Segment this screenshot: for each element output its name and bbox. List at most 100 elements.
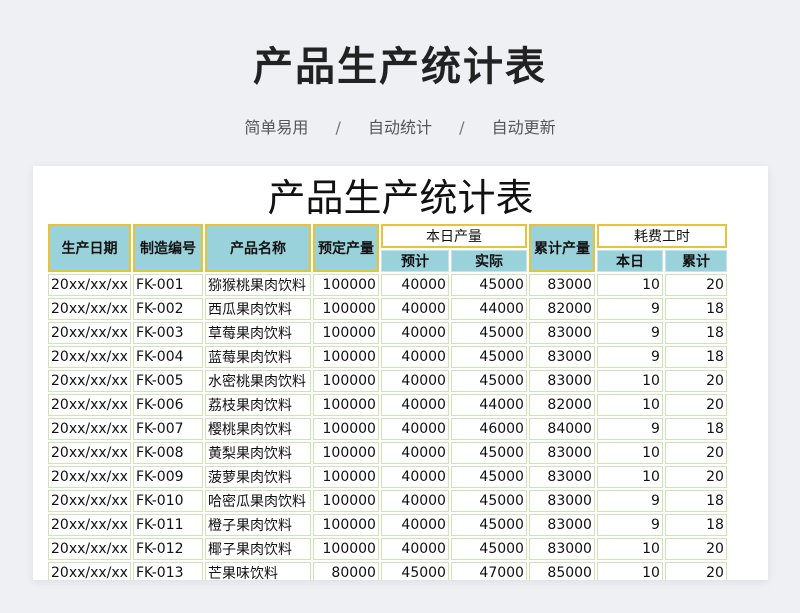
- today-planned-cell[interactable]: 40000: [380, 538, 449, 560]
- cumulative-cell[interactable]: 85000: [528, 562, 595, 580]
- date-cell[interactable]: 20xx/xx/xx: [48, 370, 131, 392]
- date-cell[interactable]: 20xx/xx/xx: [48, 490, 131, 512]
- date-cell[interactable]: 20xx/xx/xx: [48, 394, 131, 416]
- today-actual-cell[interactable]: 45000: [450, 370, 527, 392]
- hours-total-cell[interactable]: 18: [664, 298, 727, 320]
- cumulative-cell[interactable]: 83000: [528, 370, 595, 392]
- code-cell[interactable]: FK-013: [132, 562, 203, 580]
- today-planned-cell[interactable]: 40000: [380, 418, 449, 440]
- hours-today-cell[interactable]: 9: [596, 514, 663, 536]
- code-cell[interactable]: FK-007: [132, 418, 203, 440]
- hours-today-cell[interactable]: 10: [596, 538, 663, 560]
- hours-total-cell[interactable]: 20: [664, 394, 727, 416]
- today-actual-cell[interactable]: 45000: [450, 538, 527, 560]
- today-actual-cell[interactable]: 44000: [450, 394, 527, 416]
- cumulative-cell[interactable]: 83000: [528, 274, 595, 296]
- planned-cell[interactable]: 100000: [312, 538, 379, 560]
- cumulative-cell[interactable]: 83000: [528, 490, 595, 512]
- today-planned-cell[interactable]: 40000: [380, 490, 449, 512]
- header-hours[interactable]: 耗费工时: [596, 224, 727, 248]
- today-planned-cell[interactable]: 40000: [380, 394, 449, 416]
- code-cell[interactable]: FK-003: [132, 322, 203, 344]
- hours-today-cell[interactable]: 10: [596, 394, 663, 416]
- hours-today-cell[interactable]: 9: [596, 418, 663, 440]
- name-cell[interactable]: 水密桃果肉饮料: [204, 370, 311, 392]
- header-hours-total[interactable]: 累计: [664, 250, 727, 272]
- date-cell[interactable]: 20xx/xx/xx: [48, 514, 131, 536]
- cumulative-cell[interactable]: 84000: [528, 418, 595, 440]
- code-cell[interactable]: FK-004: [132, 346, 203, 368]
- cumulative-cell[interactable]: 83000: [528, 466, 595, 488]
- today-actual-cell[interactable]: 45000: [450, 322, 527, 344]
- hours-total-cell[interactable]: 18: [664, 418, 727, 440]
- hours-total-cell[interactable]: 20: [664, 274, 727, 296]
- planned-cell[interactable]: 100000: [312, 322, 379, 344]
- today-planned-cell[interactable]: 40000: [380, 298, 449, 320]
- name-cell[interactable]: 黄梨果肉饮料: [204, 442, 311, 464]
- planned-cell[interactable]: 100000: [312, 394, 379, 416]
- name-cell[interactable]: 西瓜果肉饮料: [204, 298, 311, 320]
- header-hours-today[interactable]: 本日: [596, 250, 663, 272]
- cumulative-cell[interactable]: 82000: [528, 394, 595, 416]
- hours-today-cell[interactable]: 10: [596, 442, 663, 464]
- code-cell[interactable]: FK-011: [132, 514, 203, 536]
- hours-today-cell[interactable]: 9: [596, 322, 663, 344]
- cumulative-cell[interactable]: 82000: [528, 298, 595, 320]
- header-today-planned[interactable]: 预计: [380, 250, 449, 272]
- hours-total-cell[interactable]: 18: [664, 346, 727, 368]
- header-name[interactable]: 产品名称: [204, 224, 311, 272]
- date-cell[interactable]: 20xx/xx/xx: [48, 466, 131, 488]
- date-cell[interactable]: 20xx/xx/xx: [48, 442, 131, 464]
- header-today-actual[interactable]: 实际: [450, 250, 527, 272]
- hours-total-cell[interactable]: 20: [664, 466, 727, 488]
- hours-total-cell[interactable]: 18: [664, 322, 727, 344]
- name-cell[interactable]: 芒果味饮料: [204, 562, 311, 580]
- planned-cell[interactable]: 100000: [312, 490, 379, 512]
- today-actual-cell[interactable]: 44000: [450, 298, 527, 320]
- header-code[interactable]: 制造编号: [132, 224, 203, 272]
- hours-today-cell[interactable]: 10: [596, 562, 663, 580]
- today-actual-cell[interactable]: 45000: [450, 490, 527, 512]
- date-cell[interactable]: 20xx/xx/xx: [48, 538, 131, 560]
- name-cell[interactable]: 草莓果肉饮料: [204, 322, 311, 344]
- hours-total-cell[interactable]: 20: [664, 370, 727, 392]
- date-cell[interactable]: 20xx/xx/xx: [48, 298, 131, 320]
- today-actual-cell[interactable]: 45000: [450, 274, 527, 296]
- name-cell[interactable]: 荔枝果肉饮料: [204, 394, 311, 416]
- code-cell[interactable]: FK-002: [132, 298, 203, 320]
- date-cell[interactable]: 20xx/xx/xx: [48, 346, 131, 368]
- today-planned-cell[interactable]: 40000: [380, 274, 449, 296]
- name-cell[interactable]: 樱桃果肉饮料: [204, 418, 311, 440]
- planned-cell[interactable]: 100000: [312, 418, 379, 440]
- hours-total-cell[interactable]: 18: [664, 490, 727, 512]
- name-cell[interactable]: 猕猴桃果肉饮料: [204, 274, 311, 296]
- today-planned-cell[interactable]: 40000: [380, 370, 449, 392]
- header-today-output[interactable]: 本日产量: [380, 224, 527, 248]
- planned-cell[interactable]: 100000: [312, 346, 379, 368]
- today-actual-cell[interactable]: 45000: [450, 466, 527, 488]
- cumulative-cell[interactable]: 83000: [528, 538, 595, 560]
- code-cell[interactable]: FK-001: [132, 274, 203, 296]
- today-actual-cell[interactable]: 46000: [450, 418, 527, 440]
- date-cell[interactable]: 20xx/xx/xx: [48, 274, 131, 296]
- header-date[interactable]: 生产日期: [48, 224, 131, 272]
- name-cell[interactable]: 椰子果肉饮料: [204, 538, 311, 560]
- name-cell[interactable]: 橙子果肉饮料: [204, 514, 311, 536]
- name-cell[interactable]: 哈密瓜果肉饮料: [204, 490, 311, 512]
- header-planned[interactable]: 预定产量: [312, 224, 379, 272]
- hours-total-cell[interactable]: 20: [664, 538, 727, 560]
- hours-total-cell[interactable]: 20: [664, 562, 727, 580]
- hours-total-cell[interactable]: 18: [664, 514, 727, 536]
- planned-cell[interactable]: 100000: [312, 298, 379, 320]
- today-planned-cell[interactable]: 45000: [380, 562, 449, 580]
- code-cell[interactable]: FK-012: [132, 538, 203, 560]
- code-cell[interactable]: FK-008: [132, 442, 203, 464]
- planned-cell[interactable]: 100000: [312, 514, 379, 536]
- today-actual-cell[interactable]: 45000: [450, 514, 527, 536]
- header-cumulative[interactable]: 累计产量: [528, 224, 595, 272]
- date-cell[interactable]: 20xx/xx/xx: [48, 322, 131, 344]
- code-cell[interactable]: FK-010: [132, 490, 203, 512]
- today-actual-cell[interactable]: 45000: [450, 442, 527, 464]
- hours-today-cell[interactable]: 10: [596, 370, 663, 392]
- hours-today-cell[interactable]: 10: [596, 466, 663, 488]
